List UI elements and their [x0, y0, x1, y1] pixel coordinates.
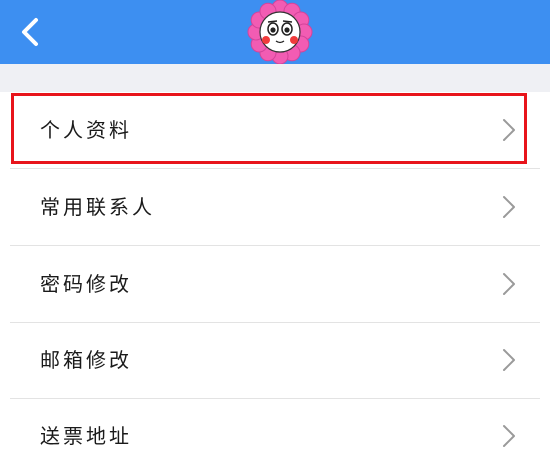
flower-mascot-icon — [247, 0, 313, 64]
top-bar — [0, 0, 550, 64]
menu-item-personal-info[interactable]: 个人资料 — [0, 92, 550, 168]
menu-item-label: 个人资料 — [40, 118, 132, 142]
menu-item-delivery-address[interactable]: 送票地址 — [0, 398, 550, 455]
menu-item-label: 邮箱修改 — [40, 348, 132, 372]
chevron-left-icon — [22, 18, 38, 46]
menu-item-label: 常用联系人 — [40, 195, 155, 219]
back-button[interactable] — [10, 12, 50, 52]
menu-item-frequent-contacts[interactable]: 常用联系人 — [0, 169, 550, 245]
chevron-right-icon — [503, 349, 515, 371]
menu-item-change-email[interactable]: 邮箱修改 — [0, 322, 550, 398]
menu-item-label: 密码修改 — [40, 272, 132, 296]
menu-item-label: 送票地址 — [40, 424, 132, 448]
chevron-right-icon — [503, 425, 515, 447]
account-settings-screen: 个人资料 常用联系人 密码修改 邮箱修改 送票地址 — [0, 0, 550, 455]
chevron-right-icon — [503, 119, 515, 141]
chevron-right-icon — [503, 196, 515, 218]
chevron-right-icon — [503, 273, 515, 295]
section-spacer — [0, 64, 550, 92]
menu-item-change-password[interactable]: 密码修改 — [0, 246, 550, 322]
